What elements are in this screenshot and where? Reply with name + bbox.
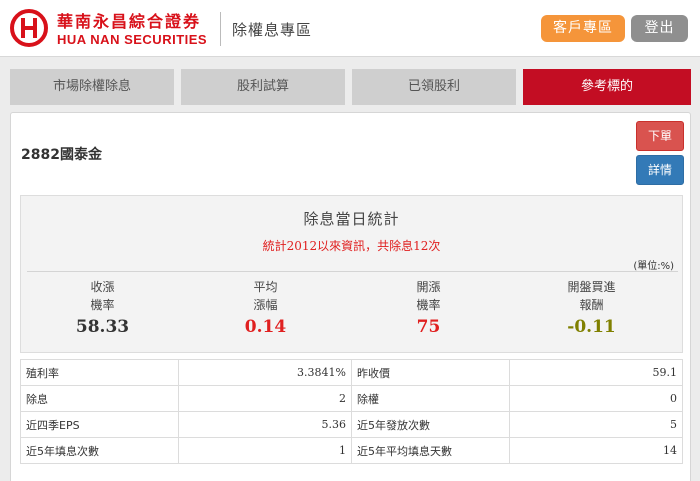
info-value: 59.1	[509, 359, 683, 386]
tab-received-dividends[interactable]: 已領股利	[352, 69, 516, 105]
brand-name-english: HUA NAN SECURITIES	[57, 32, 208, 47]
stat-average-gain: 平均 漲幅 0.14	[184, 278, 347, 337]
stat-label-line1: 平均	[253, 280, 278, 294]
stat-close-up-probability: 收漲 機率 58.33	[21, 278, 184, 337]
stat-label-line1: 開盤買進	[567, 280, 616, 294]
client-area-button[interactable]: 客戶專區	[541, 15, 625, 42]
stat-open-buy-return: 開盤買進 報酬 -0.11	[510, 278, 673, 337]
info-label: 除權	[351, 385, 510, 412]
table-row: 近5年填息次數 1 近5年平均填息天數 14	[20, 437, 683, 464]
info-value: 5.36	[178, 411, 352, 438]
detail-button[interactable]: 詳情	[636, 155, 684, 185]
section-title: 除權息專區	[232, 21, 313, 39]
order-button[interactable]: 下單	[636, 121, 684, 151]
stock-detail-panel: 2882國泰金 下單 詳情 除息當日統計 統計2012以來資訊，共除息12次 (…	[10, 112, 691, 481]
stat-label-line2: 機率	[416, 298, 441, 312]
ex-dividend-stats-box: 除息當日統計 統計2012以來資訊，共除息12次 (單位:%) 收漲 機率 58…	[20, 195, 683, 353]
tab-reference-stocks[interactable]: 參考標的	[523, 69, 691, 105]
main-tabs: 市場除權除息 股利試算 已領股利 參考標的	[10, 69, 691, 105]
logout-button[interactable]: 登出	[631, 15, 688, 42]
header-divider	[220, 12, 221, 46]
stat-open-up-probability: 開漲 機率 75	[347, 278, 510, 337]
stat-label-line1: 收漲	[90, 280, 115, 294]
tab-dividend-calculator[interactable]: 股利試算	[181, 69, 345, 105]
info-label: 近5年填息次數	[20, 437, 179, 464]
stat-label-line2: 漲幅	[253, 298, 278, 312]
stat-value: 75	[416, 317, 441, 337]
top-header: 華南永昌綜合證券 HUA NAN SECURITIES 除權息專區 客戶專區 登…	[0, 0, 700, 57]
info-value: 1	[178, 437, 352, 464]
info-value: 2	[178, 385, 352, 412]
stat-label-line1: 開漲	[416, 280, 441, 294]
info-label: 昨收價	[351, 359, 510, 386]
info-label: 除息	[20, 385, 179, 412]
info-label: 殖利率	[20, 359, 179, 386]
stats-unit: (單位:%)	[633, 261, 674, 272]
stats-subtitle: 統計2012以來資訊，共除息12次	[262, 239, 441, 253]
info-value: 0	[509, 385, 683, 412]
stat-value: -0.11	[567, 317, 616, 337]
stats-title: 除息當日統計	[303, 210, 400, 228]
stock-info-table: 殖利率 3.3841% 昨收價 59.1 除息 2 除權 0 近四季EPS 5.…	[20, 359, 683, 464]
stat-value: 58.33	[75, 317, 130, 337]
table-row: 近四季EPS 5.36 近5年發放次數 5	[20, 411, 683, 438]
tab-market-ex-dividend[interactable]: 市場除權除息	[10, 69, 174, 105]
hua-nan-logo-icon[interactable]	[10, 9, 48, 47]
table-row: 除息 2 除權 0	[20, 385, 683, 412]
stat-label-line2: 報酬	[579, 298, 604, 312]
stats-divider	[27, 271, 678, 272]
table-row: 殖利率 3.3841% 昨收價 59.1	[20, 359, 683, 386]
brand-name-chinese: 華南永昌綜合證券	[57, 12, 202, 31]
info-value: 5	[509, 411, 683, 438]
info-label: 近5年發放次數	[351, 411, 510, 438]
stat-value: 0.14	[244, 317, 287, 337]
stock-name: 2882國泰金	[21, 147, 102, 163]
info-label: 近四季EPS	[20, 411, 179, 438]
info-value: 3.3841%	[178, 359, 352, 386]
info-label: 近5年平均填息天數	[351, 437, 510, 464]
stat-label-line2: 機率	[90, 298, 115, 312]
info-value: 14	[509, 437, 683, 464]
